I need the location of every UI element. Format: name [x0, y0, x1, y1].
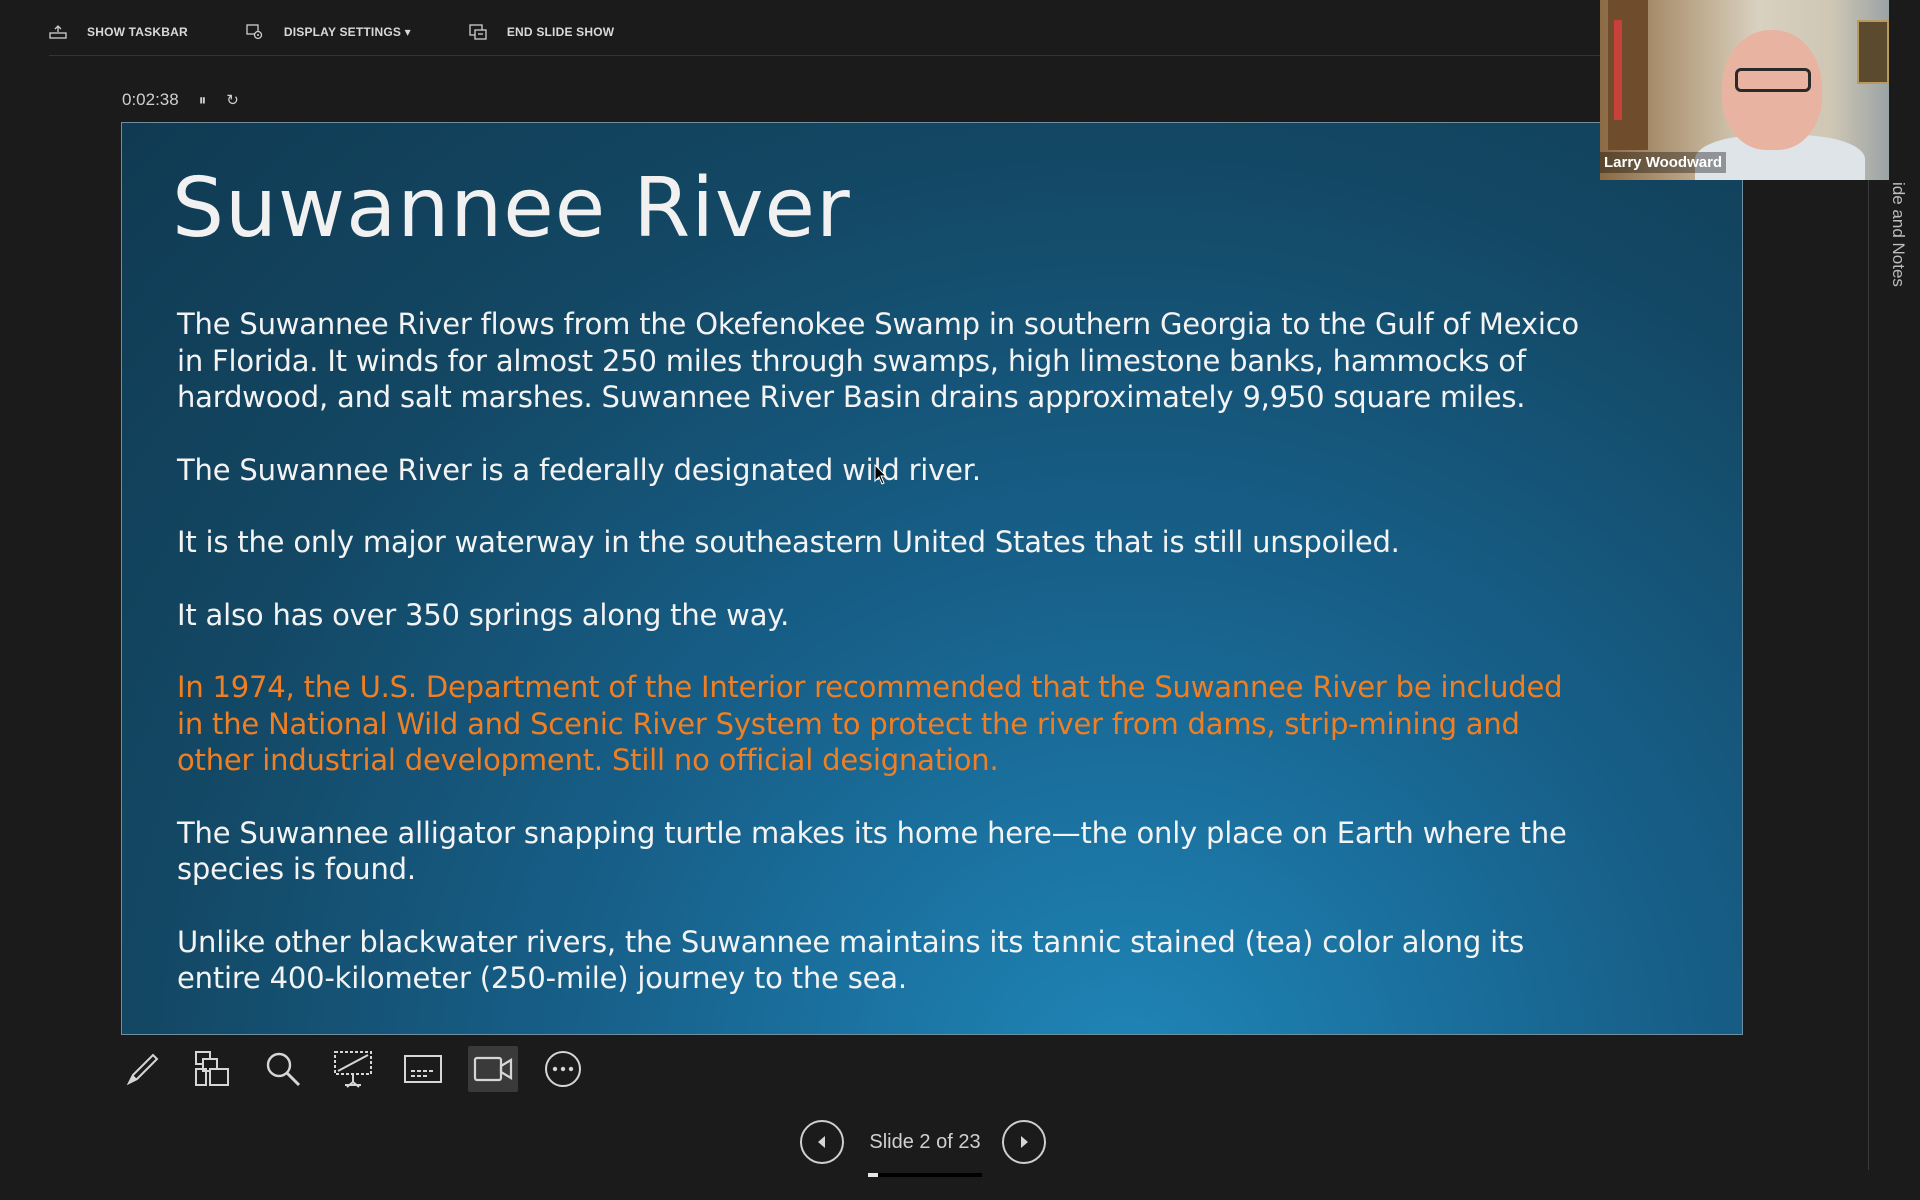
- restart-timer-button[interactable]: ↻: [226, 91, 239, 109]
- more-options-button[interactable]: [538, 1046, 588, 1092]
- magnifier-icon: [266, 1052, 301, 1087]
- elapsed-time: 0:02:38: [122, 90, 179, 109]
- presenter-name: Larry Woodward: [1600, 152, 1727, 173]
- previous-slide-button[interactable]: [800, 1120, 844, 1164]
- display-settings-button[interactable]: DISPLAY SETTINGS ▾: [246, 24, 411, 40]
- slide-body: The Suwannee River flows from the Okefen…: [177, 306, 1597, 1033]
- slide-paragraph: Unlike other blackwater rivers, the Suwa…: [177, 924, 1525, 996]
- show-taskbar-label: SHOW TASKBAR: [87, 25, 188, 39]
- slide-counter[interactable]: Slide 2 of 23: [868, 1130, 982, 1177]
- video-camera-icon: [473, 1056, 513, 1082]
- slide-paragraph-highlight: In 1974, the U.S. Department of the Inte…: [177, 670, 1563, 777]
- black-screen-button[interactable]: [328, 1046, 378, 1092]
- slide-progress-track: [868, 1172, 982, 1177]
- pause-timer-button[interactable]: ⏸: [199, 92, 207, 109]
- see-all-slides-button[interactable]: [188, 1046, 238, 1092]
- show-taskbar-button[interactable]: SHOW TASKBAR: [49, 25, 188, 39]
- chevron-right-icon: [1021, 1136, 1028, 1148]
- end-slide-show-button[interactable]: END SLIDE SHOW: [469, 24, 614, 40]
- slides-grid-icon: [195, 1051, 229, 1086]
- slide-paragraph: It also has over 350 springs along the w…: [177, 597, 790, 632]
- mouse-pointer-icon: [874, 464, 888, 485]
- slide-progress-fill: [868, 1172, 878, 1177]
- chevron-left-icon: [818, 1136, 825, 1148]
- end-slide-show-label: END SLIDE SHOW: [506, 25, 615, 39]
- notes-panel-divider[interactable]: [1868, 180, 1869, 1170]
- taskbar-icon: [49, 25, 67, 39]
- slide-title: Suwannee River: [172, 161, 851, 256]
- presenter-toolbar: SHOW TASKBAR DISPLAY SETTINGS ▾ END SLID…: [49, 18, 672, 46]
- zoom-button[interactable]: [258, 1046, 308, 1092]
- display-settings-label: DISPLAY SETTINGS ▾: [283, 25, 411, 39]
- slide-paragraph: The Suwannee alligator snapping turtle m…: [177, 815, 1567, 887]
- slide-paragraph: It is the only major waterway in the sou…: [177, 525, 1400, 559]
- toolbar-divider: [49, 55, 1600, 56]
- screen-toggle-icon: [334, 1051, 372, 1088]
- pen-tool-button[interactable]: [118, 1046, 168, 1092]
- slide-timer: 0:02:38 ⏸ ↻: [122, 90, 239, 110]
- slide-navigation: Slide 2 of 23: [800, 1120, 1046, 1177]
- slide-paragraph: The Suwannee River flows from the Okefen…: [177, 307, 1579, 414]
- next-slide-button[interactable]: [1002, 1120, 1046, 1164]
- camera-toggle-button[interactable]: [468, 1046, 518, 1092]
- video-bg-frame: [1857, 20, 1889, 84]
- more-options-icon: [545, 1051, 581, 1087]
- notes-panel-label[interactable]: ide and Notes: [1888, 182, 1908, 287]
- video-bg-book: [1614, 20, 1622, 120]
- slide-tools: [118, 1046, 608, 1092]
- subtitles-icon: [404, 1055, 442, 1083]
- slide-counter-text: Slide 2 of 23: [869, 1130, 981, 1153]
- end-show-icon: [469, 24, 487, 40]
- pen-icon: [126, 1053, 159, 1086]
- subtitles-button[interactable]: [398, 1046, 448, 1092]
- current-slide[interactable]: Suwannee River The Suwannee River flows …: [121, 122, 1743, 1035]
- display-settings-icon: [246, 24, 262, 40]
- presenter-view: SHOW TASKBAR DISPLAY SETTINGS ▾ END SLID…: [0, 0, 1920, 1200]
- video-person-glasses: [1735, 68, 1811, 92]
